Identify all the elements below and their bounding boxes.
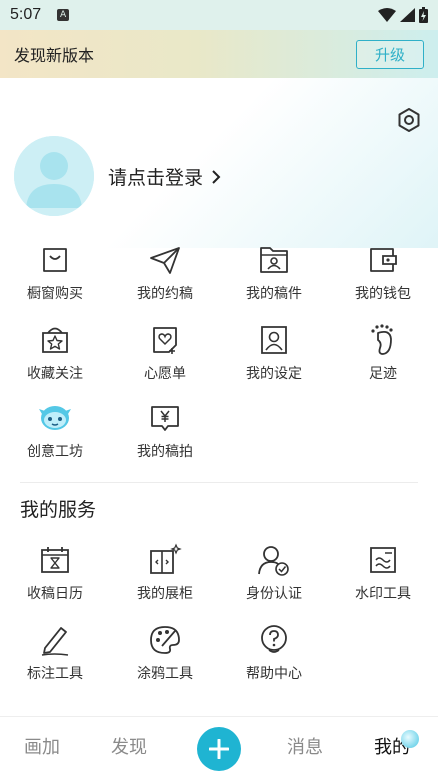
star-box-icon bbox=[42, 327, 68, 353]
service-item-label: 水印工具 bbox=[355, 586, 411, 602]
service-item-label: 收稿日历 bbox=[27, 586, 83, 602]
help-bubble-icon bbox=[261, 625, 287, 653]
status-bar: 5:07 A bbox=[0, 0, 438, 30]
showcase-icon bbox=[150, 543, 182, 574]
wallet-icon bbox=[370, 248, 397, 272]
mascot-dot-icon bbox=[401, 730, 419, 748]
service-item-label: 涂鸦工具 bbox=[137, 666, 193, 682]
grid-item-my-commissions[interactable]: 我的约稿 bbox=[110, 243, 220, 303]
footprint-icon bbox=[371, 324, 393, 355]
calendar-hourglass-icon bbox=[41, 547, 69, 573]
grid-item-my-manuscripts[interactable]: 我的稿件 bbox=[219, 243, 329, 303]
watermark-icon bbox=[370, 547, 396, 573]
grid-item-my-wallet[interactable]: 我的钱包 bbox=[328, 243, 438, 303]
grid-item-label: 我的稿件 bbox=[246, 286, 302, 302]
service-item-label: 我的展柜 bbox=[137, 586, 193, 602]
mascot-icon bbox=[39, 406, 71, 430]
service-item-annotate[interactable]: 标注工具 bbox=[0, 623, 110, 683]
grid-item-footprints[interactable]: 足迹 bbox=[328, 323, 438, 383]
service-item-doodle[interactable]: 涂鸦工具 bbox=[110, 623, 220, 683]
update-banner: 发现新版本 升级 bbox=[0, 30, 438, 78]
wifi-icon bbox=[378, 8, 396, 22]
notification-a-icon: A bbox=[57, 9, 70, 21]
grid-item-label: 收藏关注 bbox=[27, 366, 83, 382]
grid-item-wishlist[interactable]: 心愿单 bbox=[110, 323, 220, 383]
grid-item-creative-workshop[interactable]: 创意工坊 bbox=[0, 401, 110, 461]
folder-person-icon bbox=[260, 247, 288, 273]
service-item-label: 帮助中心 bbox=[246, 666, 302, 682]
chevron-right-icon bbox=[212, 169, 221, 184]
tab-messages[interactable]: 消息 bbox=[287, 733, 323, 759]
profile-card-icon bbox=[261, 326, 287, 354]
grid-item-label: 我的钱包 bbox=[355, 286, 411, 302]
service-item-watermark[interactable]: 水印工具 bbox=[328, 543, 438, 603]
create-button[interactable] bbox=[197, 727, 241, 771]
service-item-calendar[interactable]: 收稿日历 bbox=[0, 543, 110, 603]
services-title: 我的服务 bbox=[20, 499, 97, 521]
plus-icon bbox=[209, 739, 229, 759]
login-link[interactable]: 请点击登录 bbox=[108, 163, 221, 190]
status-icons bbox=[378, 7, 428, 23]
service-item-label: 标注工具 bbox=[27, 666, 83, 682]
service-item-label: 身份认证 bbox=[246, 586, 302, 602]
settings-hex-icon[interactable] bbox=[396, 107, 422, 133]
pen-icon bbox=[41, 627, 69, 656]
grid-item-label: 我的设定 bbox=[246, 366, 302, 382]
paper-plane-icon bbox=[150, 247, 180, 274]
login-text: 请点击登录 bbox=[108, 167, 204, 189]
service-item-showcase[interactable]: 我的展柜 bbox=[110, 543, 220, 603]
service-item-identity[interactable]: 身份认证 bbox=[219, 543, 329, 603]
signal-icon bbox=[400, 8, 415, 22]
grid-item-label: 创意工坊 bbox=[27, 444, 83, 460]
battery-icon bbox=[419, 7, 428, 23]
tab-huajia[interactable]: 画加 bbox=[24, 733, 60, 759]
verified-user-icon bbox=[258, 546, 289, 576]
heart-note-icon bbox=[153, 327, 177, 354]
service-item-help[interactable]: 帮助中心 bbox=[219, 623, 329, 683]
avatar[interactable] bbox=[14, 136, 94, 216]
section-divider bbox=[20, 482, 418, 483]
grid-item-label: 我的约稿 bbox=[137, 286, 193, 302]
update-banner-text: 发现新版本 bbox=[14, 46, 95, 65]
grid-item-favorites[interactable]: 收藏关注 bbox=[0, 323, 110, 383]
grid-item-label: 足迹 bbox=[369, 366, 397, 382]
bottom-tab-bar: 画加 发现 消息 我的 bbox=[0, 716, 438, 780]
avatar-icon bbox=[14, 136, 94, 216]
shopping-bag-icon bbox=[43, 248, 67, 272]
status-time: 5:07 bbox=[10, 6, 42, 23]
upgrade-button[interactable]: 升级 bbox=[356, 39, 424, 69]
tab-discover[interactable]: 发现 bbox=[111, 733, 147, 759]
grid-item-label: 心愿单 bbox=[144, 366, 186, 382]
grid-item-label: 我的稿拍 bbox=[137, 444, 193, 460]
palette-icon bbox=[150, 626, 180, 654]
yen-bubble-icon bbox=[151, 406, 179, 431]
grid-item-my-settings[interactable]: 我的设定 bbox=[219, 323, 329, 383]
grid-item-window-shop[interactable]: 橱窗购买 bbox=[0, 243, 110, 303]
grid-item-label: 橱窗购买 bbox=[27, 286, 83, 302]
grid-item-my-auctions[interactable]: 我的稿拍 bbox=[110, 401, 220, 461]
